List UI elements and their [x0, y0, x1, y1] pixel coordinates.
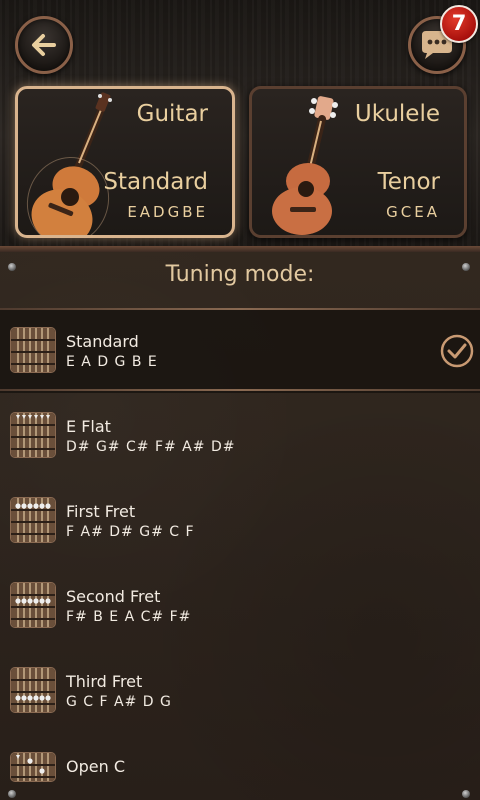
tuning-mode-heading: Tuning mode:: [165, 262, 315, 287]
fretboard-icon: [10, 582, 56, 628]
notification-badge[interactable]: 7: [440, 5, 478, 43]
tuning-row-standard[interactable]: [0, 310, 480, 393]
tuning-notes: F# B E A C# F#: [66, 609, 192, 625]
divider: [0, 389, 480, 391]
fretboard-icon: [10, 752, 56, 782]
instrument-card-guitar[interactable]: Guitar Standard EADGBE: [15, 86, 235, 238]
fretboard-icon: [10, 497, 56, 543]
back-arrow-icon: [32, 34, 56, 56]
tuning-notes: E A D G B E: [66, 354, 158, 370]
tuning-name: Second Fret: [66, 587, 161, 606]
instrument-notes: GCEA: [386, 203, 440, 221]
instrument-title: Ukulele: [354, 101, 440, 127]
back-button[interactable]: [15, 16, 73, 74]
fretboard-icon: [10, 667, 56, 713]
tuning-name: Third Fret: [66, 672, 143, 691]
fretboard-icon: [10, 327, 56, 373]
tuning-notes: D# G# C# F# A# D#: [66, 439, 236, 455]
instrument-tuning: Standard: [103, 169, 208, 195]
fretboard-icon: [10, 412, 56, 458]
instrument-card-ukulele[interactable]: Ukulele Tenor GCEA: [249, 86, 467, 238]
tuning-name: First Fret: [66, 502, 136, 521]
instrument-notes: EADGBE: [127, 203, 208, 221]
tuning-name: Open C: [66, 757, 125, 776]
tuning-name: Standard: [66, 332, 139, 351]
instrument-tuning: Tenor: [377, 169, 440, 195]
instrument-title: Guitar: [136, 101, 208, 127]
checkmark-icon: [440, 334, 474, 368]
tuning-name: E Flat: [66, 417, 111, 436]
tuning-notes: F A# D# G# C F: [66, 524, 195, 540]
tuning-notes: G C F A# D G: [66, 694, 172, 710]
